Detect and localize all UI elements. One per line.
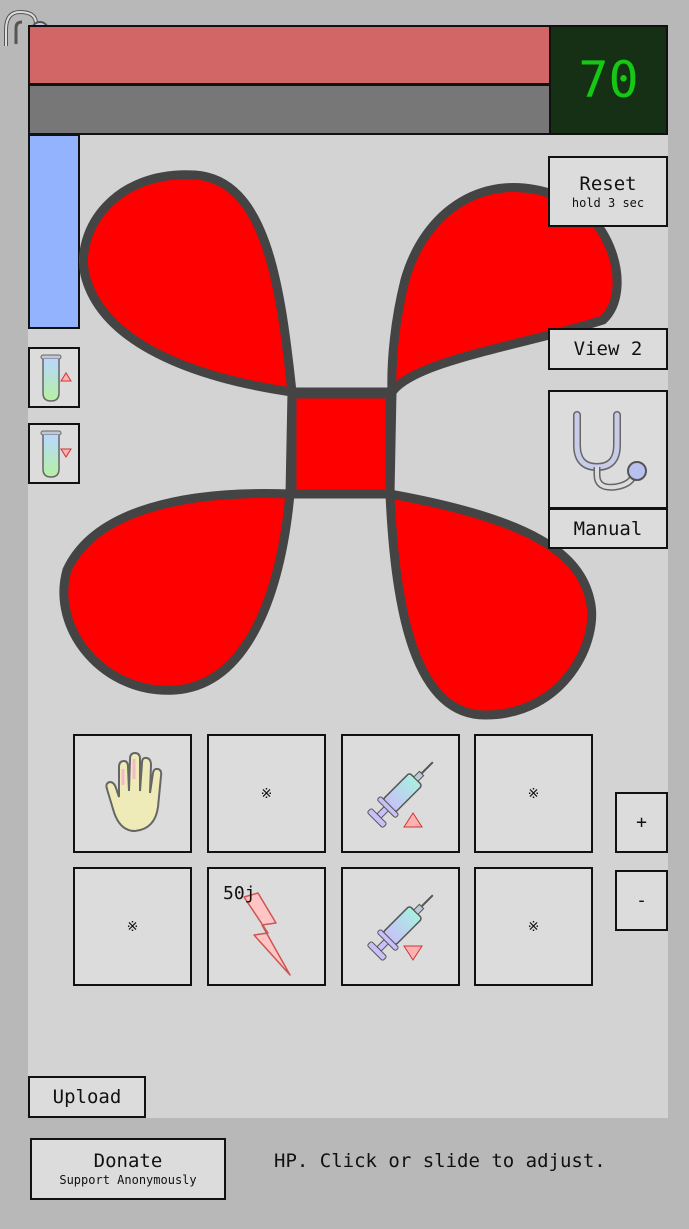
manual-button[interactable]: Manual	[548, 508, 668, 549]
shock-energy-label: 50j	[223, 883, 256, 904]
hp-slider-bar[interactable]	[28, 25, 550, 85]
stethoscope-button[interactable]	[548, 390, 668, 509]
empty-tile-4[interactable]: ※	[474, 867, 593, 986]
upload-label: Upload	[52, 1086, 122, 1108]
shock-tile[interactable]: 50j	[207, 867, 326, 986]
status-text: HP. Click or slide to adjust.	[274, 1150, 606, 1172]
empty-slot-symbol: ※	[126, 918, 139, 935]
donate-sublabel: Support Anonymously	[59, 1173, 197, 1187]
plus-label: +	[636, 812, 647, 833]
empty-slot-symbol: ※	[260, 785, 273, 802]
syringe-up-tile[interactable]	[341, 734, 460, 853]
minus-button[interactable]: -	[615, 870, 668, 931]
view-button[interactable]: View 2	[548, 328, 668, 370]
reset-sublabel: hold 3 sec	[571, 195, 645, 210]
view-label: View 2	[573, 338, 643, 360]
empty-tile-3[interactable]: ※	[73, 867, 192, 986]
empty-slot-symbol: ※	[527, 918, 540, 935]
donate-button[interactable]: Donate Support Anonymously	[30, 1138, 226, 1200]
hand-tile[interactable]	[73, 734, 192, 853]
empty-slot-symbol: ※	[527, 785, 540, 802]
syringe-down-icon	[366, 893, 434, 961]
empty-tile-1[interactable]: ※	[207, 734, 326, 853]
hp-display: 70	[549, 25, 668, 135]
manual-label: Manual	[573, 517, 643, 540]
syringe-up-icon	[366, 760, 434, 828]
minus-label: -	[636, 890, 647, 911]
upload-button[interactable]: Upload	[28, 1076, 146, 1118]
secondary-bar[interactable]	[28, 84, 550, 135]
empty-tile-2[interactable]: ※	[474, 734, 593, 853]
reset-label: Reset	[579, 172, 637, 195]
donate-label: Donate	[93, 1150, 163, 1172]
plus-button[interactable]: +	[615, 792, 668, 853]
reset-button[interactable]: Reset hold 3 sec	[548, 156, 668, 227]
hand-icon	[104, 751, 162, 832]
syringe-down-tile[interactable]	[341, 867, 460, 986]
stethoscope-icon	[573, 410, 647, 491]
clover-target[interactable]	[55, 160, 625, 730]
